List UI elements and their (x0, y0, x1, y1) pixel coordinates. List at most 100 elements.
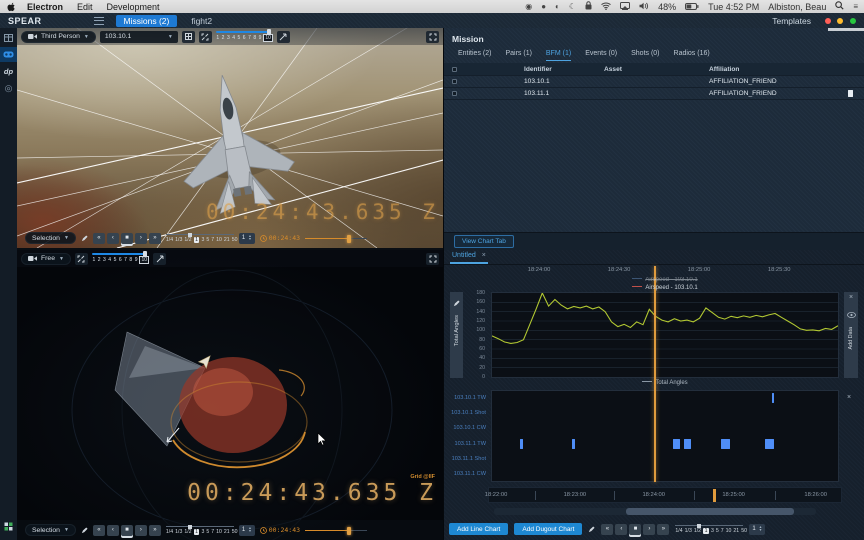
dugout-row-label[interactable]: 103.11.1 TW (444, 436, 489, 451)
speed-option[interactable]: 3 (711, 528, 714, 534)
dugout-bar[interactable] (519, 439, 524, 450)
fast-forward-button[interactable]: » (657, 523, 670, 535)
settings-orb-icon[interactable]: ◎ (0, 81, 17, 96)
speed-option[interactable]: 1 (193, 237, 200, 243)
selection-mode-dropdown[interactable]: Selection ▼ (25, 232, 76, 244)
speed-option[interactable]: 3 (201, 237, 204, 243)
step-back-button[interactable]: ‹ (106, 232, 119, 244)
tab-fight2[interactable]: fight2 (183, 15, 220, 27)
dugout-row-label[interactable]: 103.10.1 CW (444, 421, 489, 436)
layout-grid-icon[interactable] (0, 30, 17, 45)
close-dugout-chart-icon[interactable]: × (847, 394, 851, 401)
add-line-chart-button[interactable]: Add Line Chart (449, 523, 509, 535)
speed-option[interactable]: 1/4 (675, 528, 682, 534)
speed-selector[interactable]: 1/4 1/3 1/2 1 3 5 7 10 21 50 (165, 233, 237, 243)
pan-button[interactable] (153, 252, 167, 265)
mission-tab[interactable]: Pairs (1) (505, 50, 531, 61)
time-cursor-line[interactable] (654, 266, 656, 482)
speed-option[interactable]: 1 (703, 528, 709, 534)
visibility-eye-icon[interactable] (846, 305, 856, 323)
select-all-checkbox[interactable] (451, 66, 457, 72)
detail-level-option[interactable]: 5 (237, 35, 241, 41)
dugout-row-label[interactable]: 103.10.1 Shot (444, 405, 489, 420)
detail-level-option[interactable]: 8 (129, 257, 133, 263)
speed-option[interactable]: 50 (232, 237, 238, 243)
camera-mode-dropdown[interactable]: Third Person ▼ (21, 30, 96, 43)
rewind-button[interactable]: « (92, 232, 105, 244)
3d-view-tool-icon[interactable] (0, 47, 17, 62)
detail-level-option[interactable]: 9 (134, 257, 138, 263)
col-asset[interactable]: Asset (604, 66, 709, 73)
detail-level-slider[interactable]: 1 2 3 4 5 6 7 8 9 10 (215, 29, 273, 42)
detail-level-option[interactable]: 5 (113, 257, 117, 263)
menu-development[interactable]: Development (107, 2, 160, 12)
window-zoom-button[interactable] (850, 17, 856, 24)
spotlight-search-icon[interactable] (835, 1, 844, 12)
speed-option[interactable]: 50 (741, 528, 747, 534)
fullscreen-button[interactable] (426, 30, 439, 43)
stop-button[interactable]: ■ (120, 232, 133, 244)
step-forward-button[interactable]: › (134, 232, 147, 244)
speed-option[interactable]: 7 (721, 528, 724, 534)
detail-level-option[interactable]: 4 (108, 257, 112, 263)
lock-icon[interactable] (585, 1, 592, 12)
detail-level-option[interactable]: 10 (139, 256, 150, 264)
speed-options[interactable]: 1/4 1/3 1/2 1 3 5 7 10 21 50 (675, 528, 747, 534)
close-line-chart-icon[interactable]: × (849, 294, 853, 301)
col-identifier[interactable]: Identifier (464, 66, 604, 73)
timeline-navigator[interactable]: 18:22:00 18:23:00 18:24:00 18:25:00 18:26:00 (485, 487, 842, 503)
timeline-scrubber[interactable] (305, 234, 368, 243)
stop-button[interactable]: ■ (120, 524, 133, 536)
speed-option[interactable]: 21 (224, 529, 230, 535)
menu-edit[interactable]: Edit (77, 2, 93, 12)
annotate-pencil-icon[interactable] (588, 520, 595, 538)
dp-logo[interactable]: dp (0, 64, 17, 79)
dugout-bar[interactable] (672, 439, 681, 450)
stop-button[interactable]: ■ (629, 523, 642, 535)
dugout-bar[interactable] (772, 393, 774, 404)
annotate-pencil-icon[interactable] (81, 521, 88, 539)
rewind-button[interactable]: « (601, 523, 614, 535)
viewport-third-person[interactable]: Third Person ▼ 103.10.1 ▼ 1 2 3 4 5 6 7 8 9 10 00:… (17, 28, 443, 248)
add-data-label[interactable]: Add Data (848, 327, 854, 349)
mission-tab[interactable]: Shots (0) (631, 50, 659, 61)
speed-selector[interactable]: 1/4 1/3 1/2 1 3 5 7 10 21 50 (675, 524, 747, 534)
fast-forward-button[interactable]: » (148, 232, 161, 244)
step-forward-button[interactable]: › (134, 524, 147, 536)
legend-entry[interactable]: Airspeed - 103.10.1 (491, 276, 839, 284)
add-dugout-chart-button[interactable]: Add Dugout Chart (514, 523, 583, 535)
mission-table-row[interactable]: 103.11.1 AFFILIATION_FRIEND (444, 88, 864, 100)
timeline-scrubber[interactable] (305, 526, 368, 535)
speed-option[interactable]: 1/4 (166, 529, 173, 535)
detail-level-option[interactable]: 7 (124, 257, 128, 263)
menu-user[interactable]: Albiston, Beau (768, 2, 826, 12)
dugout-row-label[interactable]: 103.11.1 CW (444, 466, 489, 481)
dugout-bar[interactable] (720, 439, 731, 450)
display-mirroring-icon[interactable] (620, 1, 631, 12)
speed-options[interactable]: 1/4 1/3 1/2 1 3 5 7 10 21 50 (166, 237, 237, 243)
camera-mode-dropdown[interactable]: Free ▼ (21, 252, 71, 265)
legend-entry[interactable]: Airspeed - 103.10.1 (491, 284, 839, 292)
step-back-button[interactable]: ‹ (106, 524, 119, 536)
rewind-button[interactable]: « (92, 524, 105, 536)
speed-option[interactable]: 5 (206, 237, 209, 243)
speed-option[interactable]: 1/2 (694, 528, 701, 534)
detail-level-option[interactable]: 10 (263, 34, 273, 42)
speed-option[interactable]: 10 (216, 237, 222, 243)
speed-option[interactable]: 7 (211, 237, 214, 243)
speed-option[interactable]: 1/3 (175, 237, 182, 243)
detail-level-options[interactable]: 1 2 3 4 5 6 7 8 9 10 (92, 256, 150, 264)
expand-button[interactable] (198, 30, 212, 43)
row-flag-icon[interactable] (847, 90, 853, 97)
speed-option[interactable]: 5 (716, 528, 719, 534)
detail-level-option[interactable]: 3 (103, 257, 107, 263)
mission-tab[interactable]: Entities (2) (458, 50, 491, 61)
detail-level-option[interactable]: 2 (221, 35, 225, 41)
contrast-status-icon[interactable]: ◐ (555, 0, 560, 13)
row-checkbox[interactable] (451, 91, 457, 96)
line-chart-legend-bottom[interactable]: Total Angles (491, 380, 839, 386)
dugout-bar[interactable] (571, 439, 576, 450)
selection-mode-dropdown[interactable]: Selection ▼ (25, 524, 76, 536)
edit-chart-pencil-icon[interactable] (453, 294, 460, 312)
entity-filter-field[interactable]: 103.10.1 ▼ (99, 30, 178, 43)
